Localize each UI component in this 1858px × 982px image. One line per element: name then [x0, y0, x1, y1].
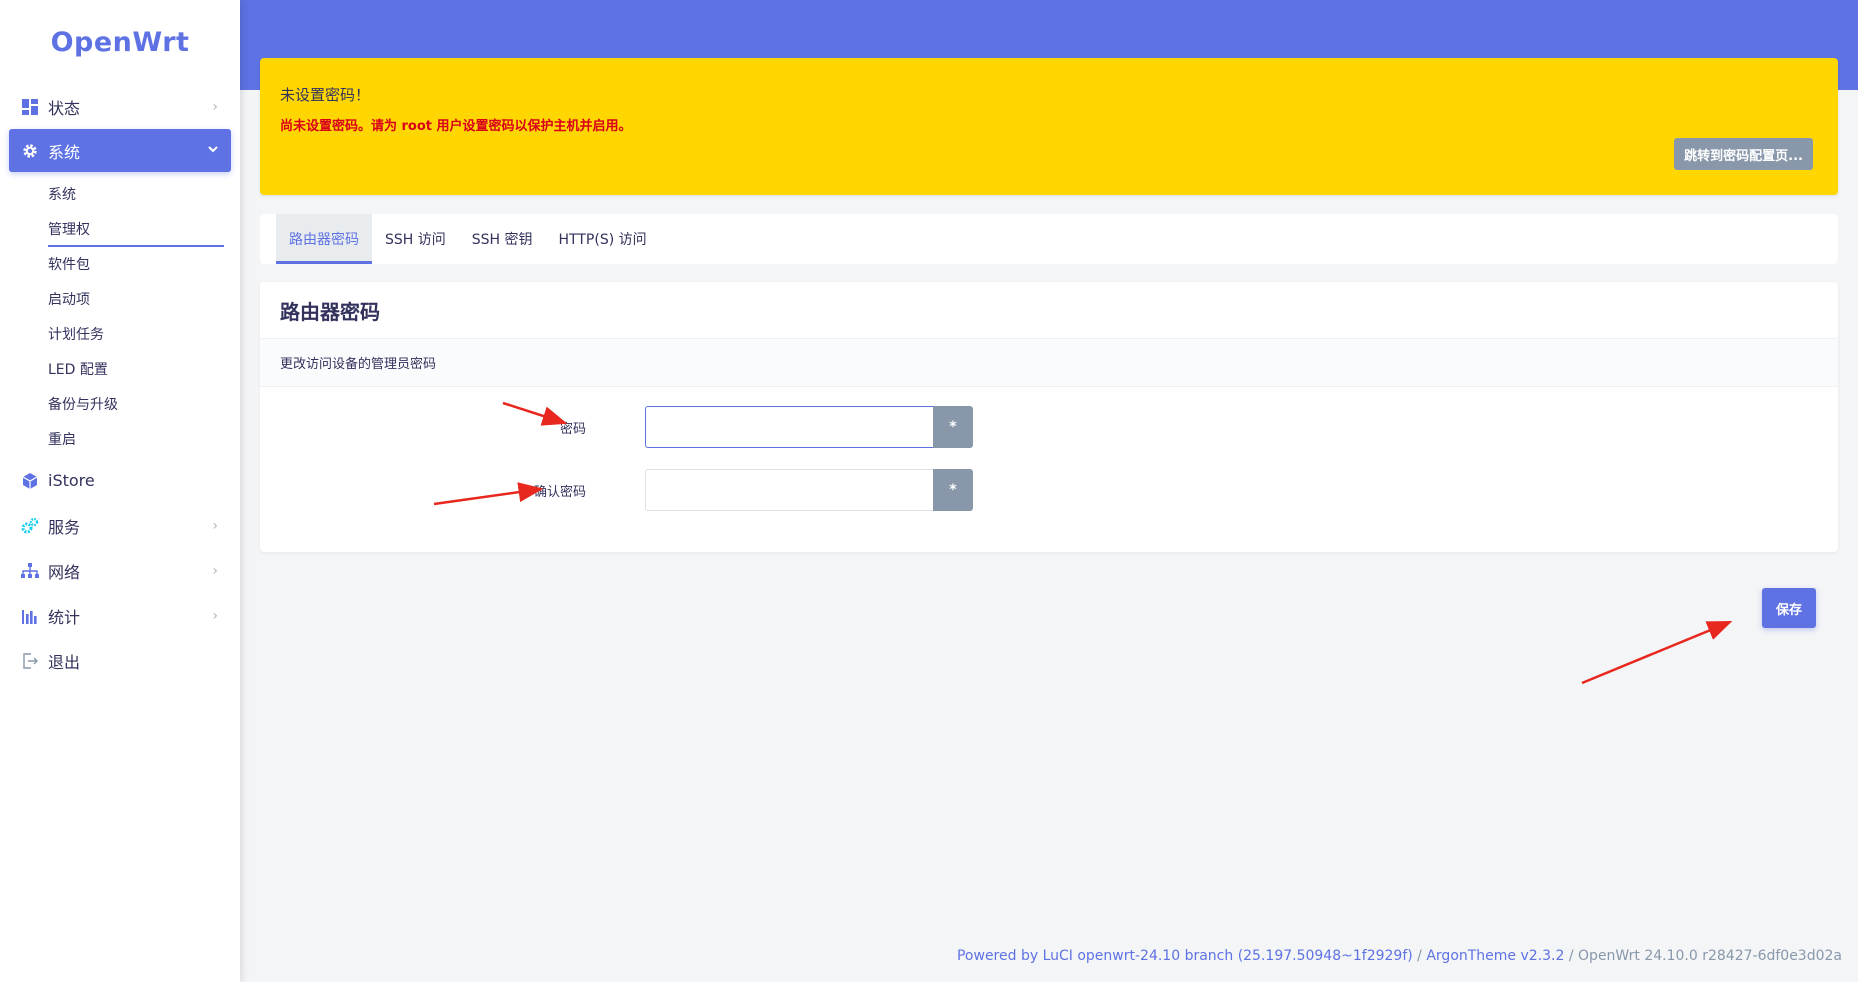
- sidebar: OpenWrt 状态 › 系统 系统 管理权 软件包 启动项 计划任务 LED …: [0, 0, 240, 982]
- sidebar-item-label: 系统: [48, 142, 81, 162]
- firmware-version: OpenWrt 24.10.0 r28427-6df0e3d02a: [1578, 948, 1842, 964]
- tab-router-password[interactable]: 路由器密码: [276, 214, 372, 264]
- tab-https-access[interactable]: HTTP(S) 访问: [546, 214, 660, 264]
- router-password-card: 路由器密码 更改访问设备的管理员密码 密码 * 确认密码 *: [260, 282, 1838, 552]
- chevron-right-icon: ›: [212, 562, 218, 579]
- submenu-item-packages[interactable]: 软件包: [0, 246, 240, 281]
- footer-separator: /: [1412, 948, 1427, 964]
- password-input[interactable]: [645, 406, 933, 448]
- logout-icon: [20, 651, 40, 671]
- main-content: 未设置密码！ 尚未设置密码。请为 root 用户设置密码以保护主机并启用。 跳转…: [240, 0, 1858, 982]
- bar-chart-icon: [20, 606, 40, 626]
- sidebar-item-system[interactable]: 系统: [9, 129, 231, 172]
- logo[interactable]: OpenWrt: [0, 0, 240, 84]
- submenu-item-system[interactable]: 系统: [0, 176, 240, 211]
- confirm-password-reveal-button[interactable]: *: [933, 469, 973, 511]
- submenu-item-startup[interactable]: 启动项: [0, 281, 240, 316]
- tab-ssh-access[interactable]: SSH 访问: [372, 214, 459, 264]
- footer-separator: /: [1564, 948, 1579, 964]
- chevron-right-icon: ›: [212, 517, 218, 534]
- submenu-item-scheduled-tasks[interactable]: 计划任务: [0, 316, 240, 351]
- sidebar-item-label: iStore: [48, 471, 95, 490]
- section-title: 路由器密码: [260, 282, 1838, 339]
- sidebar-item-statistics[interactable]: 统计 ›: [0, 593, 240, 638]
- footer: Powered by LuCI openwrt-24.10 branch (25…: [957, 948, 1842, 964]
- dashboard-icon: [20, 97, 40, 117]
- sidebar-item-label: 退出: [48, 652, 81, 672]
- theme-link[interactable]: ArgonTheme v2.3.2: [1426, 948, 1564, 964]
- cogs-icon: [20, 516, 40, 536]
- submenu-item-led[interactable]: LED 配置: [0, 351, 240, 386]
- alert-title: 未设置密码！: [280, 86, 371, 104]
- password-label: 密码: [559, 422, 586, 437]
- confirm-password-row: 确认密码 *: [260, 469, 1838, 511]
- luci-link[interactable]: Powered by LuCI openwrt-24.10 branch (25…: [957, 948, 1413, 964]
- password-reveal-button[interactable]: *: [933, 406, 973, 448]
- section-description: 更改访问设备的管理员密码: [260, 339, 1838, 387]
- chevron-down-icon: [207, 143, 219, 159]
- no-password-alert: 未设置密码！ 尚未设置密码。请为 root 用户设置密码以保护主机并启用。 跳转…: [260, 58, 1838, 195]
- cube-icon: [20, 471, 40, 491]
- confirm-password-label: 确认密码: [533, 485, 586, 500]
- sidebar-item-services[interactable]: 服务 ›: [0, 503, 240, 548]
- sidebar-item-label: 网络: [48, 562, 81, 582]
- submenu-item-backup[interactable]: 备份与升级: [0, 386, 240, 421]
- save-button[interactable]: 保存: [1762, 588, 1816, 628]
- network-icon: [20, 561, 40, 581]
- goto-password-config-button[interactable]: 跳转到密码配置页...: [1674, 138, 1813, 170]
- sidebar-item-istore[interactable]: iStore: [0, 458, 240, 503]
- sidebar-item-status[interactable]: 状态 ›: [0, 84, 240, 129]
- password-input-group: *: [645, 406, 973, 448]
- system-submenu: 系统 管理权 软件包 启动项 计划任务 LED 配置 备份与升级 重启: [0, 172, 240, 458]
- sidebar-item-label: 服务: [48, 517, 81, 537]
- tab-bar: 路由器密码 SSH 访问 SSH 密钥 HTTP(S) 访问: [260, 214, 1838, 264]
- sidebar-item-network[interactable]: 网络 ›: [0, 548, 240, 593]
- confirm-password-input[interactable]: [645, 469, 933, 511]
- chevron-right-icon: ›: [212, 607, 218, 624]
- confirm-password-input-group: *: [645, 469, 973, 511]
- gear-icon: [20, 141, 40, 161]
- chevron-right-icon: ›: [212, 98, 218, 115]
- sidebar-item-label: 状态: [48, 98, 81, 118]
- password-row: 密码 *: [260, 406, 1838, 448]
- submenu-item-reboot[interactable]: 重启: [0, 421, 240, 456]
- alert-message: 尚未设置密码。请为 root 用户设置密码以保护主机并启用。: [280, 119, 632, 134]
- sidebar-item-label: 统计: [48, 607, 81, 627]
- submenu-item-admin[interactable]: 管理权: [0, 211, 240, 247]
- sidebar-menu: 状态 › 系统 系统 管理权 软件包 启动项 计划任务 LED 配置 备份与升级…: [0, 84, 240, 683]
- sidebar-item-logout[interactable]: 退出: [0, 638, 240, 683]
- tab-ssh-keys[interactable]: SSH 密钥: [459, 214, 546, 264]
